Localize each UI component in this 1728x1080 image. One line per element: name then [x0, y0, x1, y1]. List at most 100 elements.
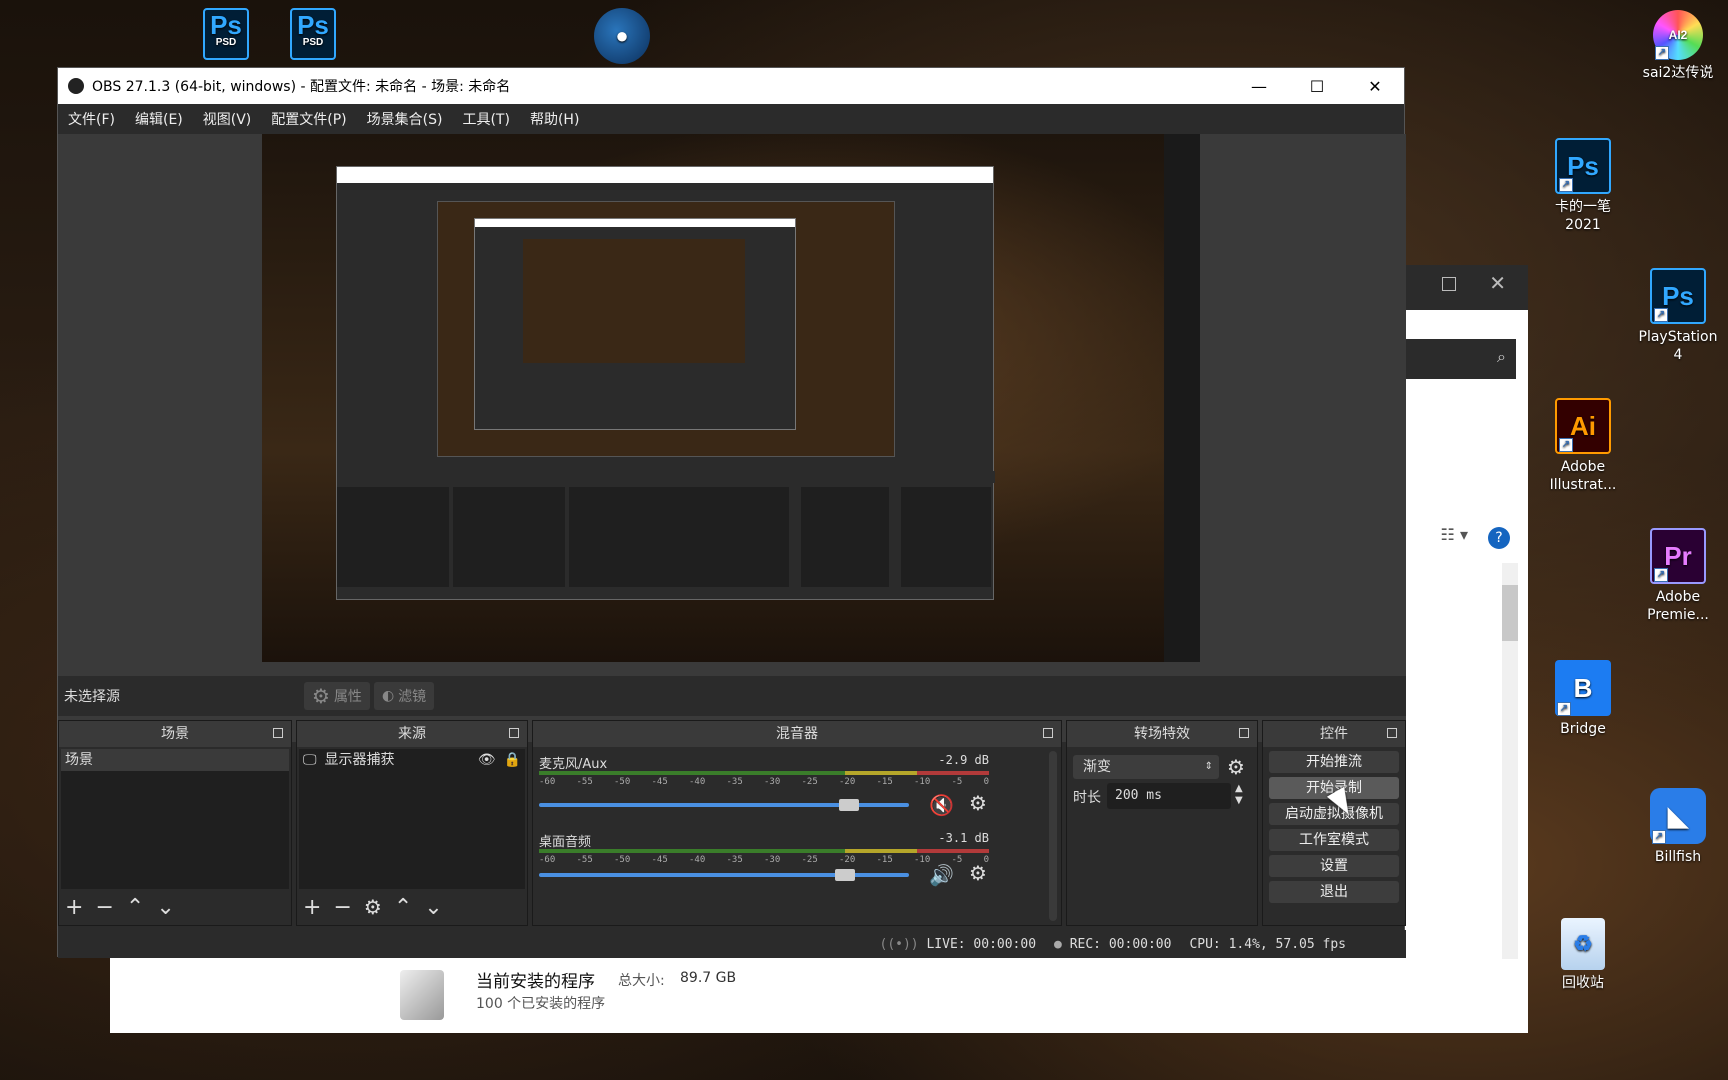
remove-icon[interactable]: −: [95, 895, 113, 920]
mixer-dock: 混音器 麦克风/Aux -2.9 dB -60 -55 -50 -45 -40 -35 -3…: [532, 720, 1062, 926]
gear-icon[interactable]: ⚙: [1227, 755, 1245, 779]
filters-button[interactable]: ◐ 滤镜: [373, 682, 435, 710]
desktop-icon-premiere[interactable]: Pr ↗ Adobe Premie...: [1635, 528, 1721, 624]
desktop-icon-illustrator[interactable]: Ai ↗ Adobe Illustrat...: [1540, 398, 1626, 494]
photoshop-icon: Ps ↗: [1650, 268, 1706, 324]
gear-icon[interactable]: ⚙: [969, 861, 987, 885]
add-icon[interactable]: +: [65, 895, 83, 920]
programs-count: 100 个已安装的程序: [476, 996, 606, 1012]
menubar: 文件(F) 编辑(E) 视图(V) 配置文件(P) 场景集合(S) 工具(T) …: [58, 104, 1404, 134]
sai2-icon: AI2 ↗: [1653, 10, 1703, 60]
volume-meter: [539, 849, 989, 853]
scenes-dock-header: 场景: [59, 721, 291, 747]
docks: 场景 场景 + − ⌃ ⌄ 来源 🖵 显示器捕获 👁 🔒 + − ⚙ ⌃ ⌄ 混…: [58, 720, 1406, 930]
close-button[interactable]: ✕: [1346, 68, 1404, 104]
updown-icon: ⇕: [1204, 761, 1213, 772]
desktop-icon-sai2[interactable]: AI2 ↗ sai2达传说: [1635, 10, 1721, 82]
total-size-value: 89.7 GB: [680, 970, 737, 986]
status-bar: ((•)) LIVE: 00:00:00 ● REC: 00:00:00 CPU…: [58, 930, 1406, 958]
desktop-icon-recycle-bin[interactable]: ♻ 回收站: [1540, 918, 1626, 992]
scene-item[interactable]: 场景: [61, 749, 289, 771]
move-up-icon[interactable]: ⌃: [394, 895, 412, 920]
volume-slider-thumb[interactable]: [839, 799, 859, 811]
remove-icon[interactable]: −: [333, 895, 351, 920]
volume-slider-thumb[interactable]: [835, 869, 855, 881]
channel-db: -2.9 dB: [938, 753, 989, 767]
speaker-icon[interactable]: 🔊: [929, 863, 954, 887]
move-down-icon[interactable]: ⌄: [156, 895, 174, 920]
nested-obs-preview: [336, 166, 995, 600]
mixer-channel-desktop: 桌面音频 -3.1 dB -60 -55 -50 -45 -40 -35 -30 -25 -20…: [539, 829, 989, 905]
exit-button[interactable]: 退出: [1269, 881, 1399, 903]
record-dot-icon: ●: [1054, 936, 1062, 952]
desktop-icon-billfish[interactable]: ◣ ↗ Billfish: [1635, 788, 1721, 866]
desktop-label: Adobe Illustrat...: [1549, 459, 1617, 493]
desktop-icon-steam[interactable]: ●: [590, 8, 654, 68]
channel-name: 桌面音频: [539, 835, 592, 850]
float-icon[interactable]: [1387, 728, 1397, 738]
cpu-status: CPU: 1.4%, 57.05 fps: [1189, 936, 1346, 952]
steam-icon: ●: [594, 8, 650, 64]
menu-edit[interactable]: 编辑(E): [135, 109, 183, 129]
float-icon[interactable]: [1239, 728, 1249, 738]
maximize-button[interactable]: ☐: [1288, 68, 1346, 104]
transition-select[interactable]: 渐变 ⇕: [1073, 755, 1219, 779]
help-icon[interactable]: ?: [1488, 527, 1510, 549]
illustrator-icon: Ai ↗: [1555, 398, 1611, 454]
controls-dock-header: 控件: [1263, 721, 1405, 747]
studio-mode-button[interactable]: 工作室模式: [1269, 829, 1399, 851]
menu-help[interactable]: 帮助(H): [530, 109, 579, 129]
scrollbar-thumb[interactable]: [1502, 585, 1518, 641]
duration-input[interactable]: 200 ms: [1107, 783, 1231, 809]
move-down-icon[interactable]: ⌄: [424, 895, 442, 920]
mixer-dock-header: 混音器: [533, 721, 1061, 747]
bridge-icon: B ↗: [1555, 660, 1611, 716]
transitions-dock: 转场特效 渐变 ⇕ ⚙ 时长 200 ms ▲ ▼: [1066, 720, 1258, 926]
desktop-icon-ps-playstation[interactable]: Ps ↗ PlayStation 4: [1635, 268, 1721, 364]
duration-spinner[interactable]: ▲ ▼: [1235, 783, 1243, 807]
float-icon[interactable]: [273, 728, 283, 738]
preview-canvas: [262, 134, 1200, 662]
preview-area[interactable]: [58, 134, 1406, 742]
menu-file[interactable]: 文件(F): [68, 109, 115, 129]
properties-button[interactable]: ⚙ 属性: [304, 682, 370, 710]
gear-icon[interactable]: ⚙: [969, 791, 987, 815]
eye-icon[interactable]: 👁: [478, 749, 496, 771]
close-icon[interactable]: ✕: [1489, 271, 1506, 295]
live-status: ((•)) LIVE: 00:00:00: [879, 936, 1037, 952]
desktop-icon-bridge[interactable]: B ↗ Bridge: [1540, 660, 1626, 738]
minimize-button[interactable]: —: [1230, 68, 1288, 104]
programs-title: 当前安装的程序: [476, 972, 595, 992]
psd-file-icon: Ps PSD: [290, 8, 336, 60]
start-streaming-button[interactable]: 开始推流: [1269, 751, 1399, 773]
menu-profile[interactable]: 配置文件(P): [271, 109, 346, 129]
mixer-scrollbar[interactable]: [1049, 751, 1057, 921]
source-list: 🖵 显示器捕获 👁 🔒: [299, 749, 525, 889]
rec-status: ● REC: 00:00:00: [1054, 936, 1172, 952]
scene-list: 场景: [61, 749, 289, 889]
maximize-icon[interactable]: [1442, 277, 1456, 291]
mute-icon[interactable]: 🔇: [929, 793, 954, 817]
psd-file-icon: Ps PSD: [203, 8, 249, 60]
source-item[interactable]: 🖵 显示器捕获 👁 🔒: [299, 749, 525, 771]
sources-toolbar: + − ⚙ ⌃ ⌄: [303, 893, 443, 921]
lock-icon[interactable]: 🔒: [504, 749, 521, 771]
scrollbar[interactable]: [1502, 563, 1518, 959]
float-icon[interactable]: [509, 728, 519, 738]
view-toggle-icon[interactable]: ☷ ▾: [1441, 525, 1468, 544]
move-up-icon[interactable]: ⌃: [126, 895, 144, 920]
desktop-icon-psd-2[interactable]: Ps PSD: [283, 8, 343, 64]
menu-tools[interactable]: 工具(T): [462, 109, 509, 129]
desktop-icon-ps-card[interactable]: Ps ↗ 卡的一笔 2021: [1540, 138, 1626, 234]
billfish-icon: ◣ ↗: [1650, 788, 1706, 844]
filter-icon: ◐: [381, 688, 395, 704]
menu-view[interactable]: 视图(V): [203, 109, 252, 129]
gear-icon[interactable]: ⚙: [364, 895, 382, 919]
settings-button[interactable]: 设置: [1269, 855, 1399, 877]
menu-scene-collection[interactable]: 场景集合(S): [367, 109, 443, 129]
desktop-icon-psd-1[interactable]: Ps PSD: [196, 8, 256, 64]
gear-icon: ⚙: [312, 684, 330, 708]
add-icon[interactable]: +: [303, 895, 321, 920]
float-icon[interactable]: [1043, 728, 1053, 738]
search-input[interactable]: ⌕: [1406, 339, 1516, 379]
